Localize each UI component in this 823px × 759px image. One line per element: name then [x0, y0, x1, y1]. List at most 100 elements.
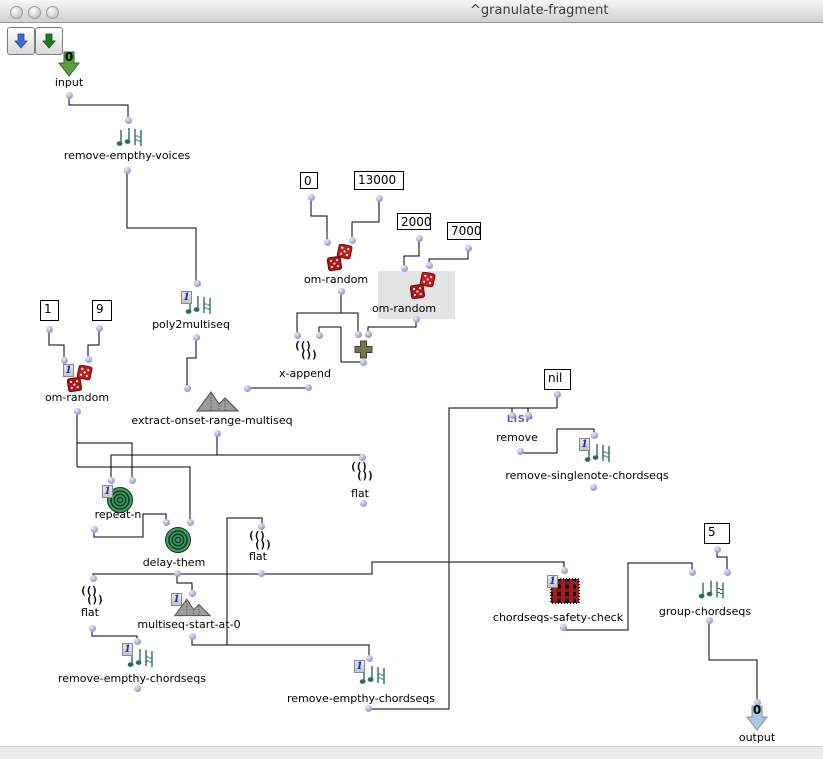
inlet-port[interactable] — [90, 575, 97, 582]
inlet-port[interactable] — [401, 265, 408, 272]
inlet-port[interactable] — [316, 332, 323, 339]
node-label: flat — [238, 550, 278, 563]
list-icon[interactable]: (() ()) — [80, 586, 103, 604]
input-label: input — [44, 76, 94, 89]
inlet-port[interactable] — [349, 237, 356, 244]
inlet-port[interactable] — [194, 280, 201, 287]
list-icon[interactable]: (() ()) — [350, 462, 373, 480]
number-box[interactable]: 9 — [92, 300, 112, 321]
eval-once-badge: 1 — [579, 438, 590, 451]
number-box[interactable]: 2000 — [397, 213, 431, 230]
outlet-port[interactable] — [214, 430, 221, 437]
number-box[interactable]: 7000 — [447, 222, 481, 240]
inlet-port[interactable] — [184, 385, 191, 392]
value-box[interactable]: nil — [544, 369, 571, 390]
spiral-icon[interactable] — [164, 526, 192, 558]
outlet-port[interactable] — [517, 448, 524, 455]
node-label: om-random — [37, 391, 117, 404]
outlet-port[interactable] — [365, 705, 372, 712]
outlet-port[interactable] — [124, 167, 131, 174]
node-label: flat — [340, 487, 380, 500]
outlet-port[interactable] — [89, 625, 96, 632]
number-box[interactable]: 13000 — [354, 171, 404, 190]
node-label: chordseqs-safety-check — [488, 611, 628, 624]
minimize-button[interactable] — [28, 6, 41, 19]
window-title: ^granulate-fragment — [470, 3, 608, 18]
outlet-port[interactable] — [590, 484, 597, 491]
outlet-port[interactable] — [96, 325, 103, 332]
outlet-port[interactable] — [714, 546, 721, 553]
zoom-button[interactable] — [46, 6, 59, 19]
notes-icon[interactable] — [697, 576, 725, 607]
inlet-port[interactable] — [724, 569, 731, 576]
outlet-port[interactable] — [66, 92, 73, 99]
outlet-port[interactable] — [91, 526, 98, 533]
inlet-port[interactable] — [509, 412, 516, 419]
node-label: group-chordseqs — [655, 605, 755, 618]
node-label: remove-empthy-chordseqs — [281, 692, 441, 705]
blue-down-arrow-icon — [14, 33, 28, 49]
inlet-port[interactable] — [426, 262, 433, 269]
outlet-port[interactable] — [74, 408, 81, 415]
outlet-port[interactable] — [338, 288, 345, 295]
list-icon[interactable]: (() ()) — [294, 341, 317, 359]
outlet-port[interactable] — [174, 570, 181, 577]
inlet-port[interactable] — [689, 569, 696, 576]
outlet-port[interactable] — [258, 570, 265, 577]
list-icon[interactable]: (() ()) — [248, 531, 271, 549]
lisp-icon[interactable]: LISP — [500, 414, 540, 425]
outlet-port[interactable] — [416, 235, 423, 242]
inlet-port[interactable] — [189, 590, 196, 597]
outlet-port[interactable] — [46, 326, 53, 333]
inlet-port[interactable] — [134, 638, 141, 645]
inlet-port[interactable] — [108, 477, 115, 484]
number-box[interactable]: 1 — [40, 300, 59, 321]
inlet-port[interactable] — [355, 331, 362, 338]
outlet-port[interactable] — [134, 685, 141, 692]
outlet-port[interactable] — [465, 245, 472, 252]
inlet-port[interactable] — [125, 117, 132, 124]
inlet-port[interactable] — [366, 655, 373, 662]
number-box[interactable]: 0 — [300, 172, 318, 189]
close-button[interactable] — [10, 6, 23, 19]
node-label: remove — [487, 431, 547, 444]
node-label: om-random — [296, 273, 376, 286]
outlet-port[interactable] — [360, 500, 367, 507]
blue-down-arrow-button[interactable] — [7, 27, 35, 55]
outlet-port[interactable] — [189, 633, 196, 640]
inlet-port[interactable] — [244, 385, 251, 392]
outlet-port[interactable] — [193, 334, 200, 341]
inlet-port[interactable] — [359, 454, 366, 461]
outlet-port[interactable] — [376, 195, 383, 202]
inlet-port[interactable] — [85, 356, 92, 363]
dice-icon[interactable] — [326, 244, 354, 276]
inlet-port[interactable] — [365, 331, 372, 338]
outlet-port[interactable] — [560, 624, 567, 631]
outlet-port[interactable] — [706, 617, 713, 624]
node-label: remove-singlenote-chordseqs — [502, 469, 672, 482]
window-bottom-edge — [0, 746, 823, 759]
inlet-port[interactable] — [294, 332, 301, 339]
outlet-port[interactable] — [554, 391, 561, 398]
mountain-icon[interactable] — [195, 390, 239, 416]
node-label: multiseq-start-at-0 — [129, 618, 249, 631]
dice-icon[interactable] — [409, 272, 437, 304]
inlet-port[interactable] — [187, 519, 194, 526]
inlet-port[interactable] — [525, 412, 532, 419]
inlet-port[interactable] — [258, 523, 265, 530]
inlet-port[interactable] — [163, 519, 170, 526]
outlet-port[interactable] — [305, 384, 312, 391]
inlet-port[interactable] — [324, 239, 331, 246]
title-bar[interactable] — [0, 0, 823, 23]
outlet-port[interactable] — [360, 359, 367, 366]
inlet-port[interactable] — [129, 477, 136, 484]
eval-once-badge: 1 — [102, 485, 113, 498]
node-label: flat — [70, 606, 110, 619]
number-box[interactable]: 5 — [704, 523, 730, 544]
outlet-port[interactable] — [308, 194, 315, 201]
inlet-port[interactable] — [591, 432, 598, 439]
inlet-port[interactable] — [61, 357, 68, 364]
node-label: remove-empthy-voices — [47, 149, 207, 162]
outlet-port[interactable] — [413, 316, 420, 323]
inlet-port[interactable] — [561, 567, 568, 574]
